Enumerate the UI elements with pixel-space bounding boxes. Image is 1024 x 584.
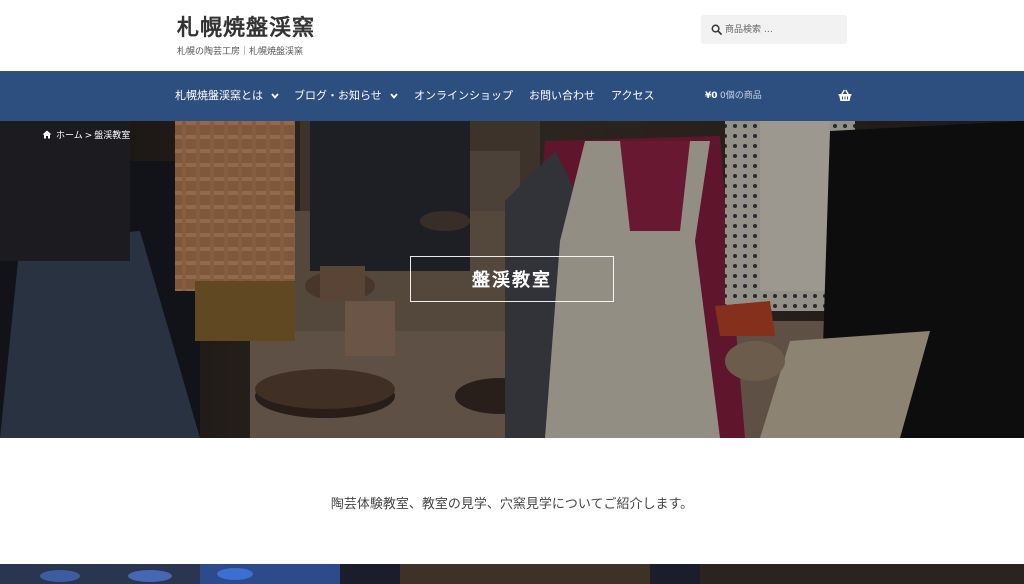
breadcrumb-separator: >: [84, 131, 93, 141]
page-title: 盤渓教室: [472, 270, 552, 291]
nav-item-label: ブログ・お知らせ: [294, 89, 382, 102]
hero-banner: ホーム > 盤渓教室 盤渓教室: [0, 121, 1024, 438]
search-icon: [711, 24, 722, 35]
breadcrumb-home-link[interactable]: ホーム: [56, 131, 83, 141]
nav-item-label: お問い合わせ: [529, 89, 595, 102]
primary-navigation: 札幌焼盤渓窯とは ブログ・お知らせ オンラインショップ お問い合わせ アクセス …: [0, 71, 1024, 121]
chevron-down-icon: [271, 93, 279, 99]
pottery-photo-strip: [0, 564, 1024, 584]
chevron-down-icon: [390, 93, 398, 99]
nav-item-contact[interactable]: お問い合わせ: [529, 71, 595, 121]
nav-item-blog[interactable]: ブログ・お知らせ: [294, 71, 398, 121]
nav-item-label: オンラインショップ: [414, 89, 513, 102]
breadcrumb-current: 盤渓教室: [94, 131, 131, 141]
intro-section: 陶芸体験教室、教室の見学、穴窯見学についてご紹介します。: [0, 438, 1024, 564]
cart-count[interactable]: 0個の商品: [720, 71, 762, 121]
nav-item-label: アクセス: [611, 89, 655, 102]
site-title[interactable]: 札幌焼盤渓窯: [177, 10, 315, 42]
home-icon: [42, 130, 52, 139]
intro-text: 陶芸体験教室、教室の見学、穴窯見学についてご紹介します。: [330, 497, 694, 512]
cart-amount[interactable]: ¥0: [705, 71, 718, 121]
next-section-photo: [0, 564, 1024, 584]
basket-icon[interactable]: [838, 89, 852, 102]
breadcrumb: ホーム > 盤渓教室: [42, 128, 130, 141]
search-box[interactable]: [701, 15, 847, 44]
nav-item-online-shop[interactable]: オンラインショップ: [414, 71, 513, 121]
site-description: 札幌の陶芸工房｜札幌焼盤渓窯: [177, 47, 304, 57]
site-header: 札幌焼盤渓窯 札幌の陶芸工房｜札幌焼盤渓窯: [0, 0, 1024, 71]
nav-item-access[interactable]: アクセス: [611, 71, 654, 121]
search-input[interactable]: [725, 15, 843, 44]
hero-title-box: 盤渓教室: [410, 256, 614, 302]
nav-item-about[interactable]: 札幌焼盤渓窯とは: [175, 71, 279, 121]
nav-item-label: 札幌焼盤渓窯とは: [175, 89, 263, 102]
